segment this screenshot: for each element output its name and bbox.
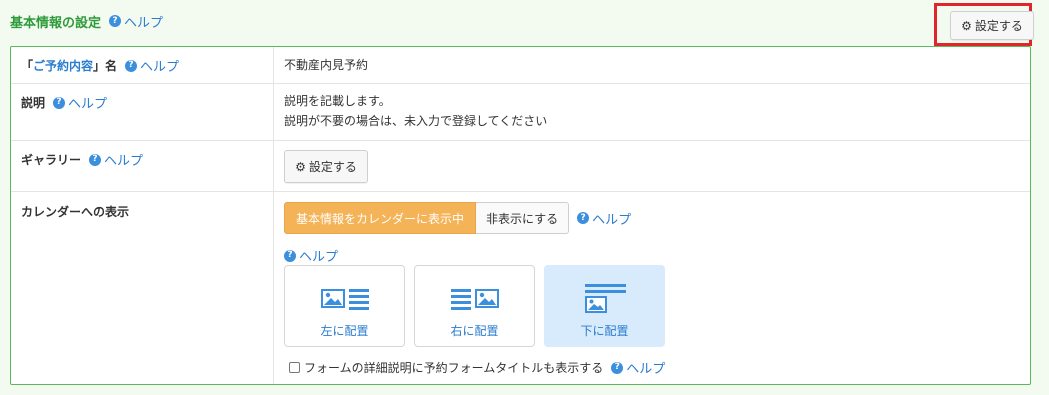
help-icon: ? — [611, 361, 624, 374]
layout-option-right[interactable]: 右に配置 — [414, 265, 535, 347]
help-label: ヘルプ — [124, 15, 164, 31]
toggle-help-link[interactable]: ? ヘルプ — [577, 209, 631, 228]
description-line-1: 説明を記載します。 — [284, 94, 391, 108]
help-label: ヘルプ — [140, 60, 180, 75]
help-label: ヘルプ — [68, 97, 108, 112]
name-label-emph: ご予約内容 — [33, 59, 94, 73]
gear-icon: ⚙ — [961, 18, 972, 33]
help-label: ヘルプ — [592, 212, 632, 228]
settings-panel: 「ご予約内容 」名 ? ヘルプ 不動産内見予約 説明 ? ヘルプ 説明を記載します… — [10, 46, 1031, 385]
show-on-calendar-button[interactable]: 基本情報をカレンダーに表示中 — [284, 202, 477, 234]
name-value-cell: 不動産内見予約 — [275, 47, 1030, 83]
name-row: 「ご予約内容 」名 ? ヘルプ 不動産内見予約 — [11, 47, 1030, 84]
layout-option-left[interactable]: 左に配置 — [284, 265, 405, 347]
calendar-display-row: カレンダーへの表示 基本情報をカレンダーに表示中 非表示にする ? ヘルプ ? … — [11, 192, 1030, 384]
gallery-row: ギャラリー ? ヘルプ ⚙ 設定する — [11, 141, 1030, 192]
name-help-link[interactable]: ? ヘルプ — [125, 56, 179, 75]
help-icon: ? — [125, 59, 138, 72]
calendar-value-cell: 基本情報をカレンダーに表示中 非表示にする ? ヘルプ ? ヘルプ 左に配置 右… — [275, 192, 1030, 384]
help-icon: ? — [284, 249, 296, 262]
show-title-option: フォームの詳細説明に予約フォームタイトルも表示する ? ヘルプ — [289, 358, 665, 377]
name-label: 「ご予約内容 」名 ? ヘルプ — [21, 56, 179, 75]
help-icon: ? — [53, 96, 66, 109]
name-value: 不動産内見予約 — [284, 58, 369, 72]
header-help-link[interactable]: ? ヘルプ — [109, 12, 163, 31]
show-title-label: フォームの詳細説明に予約フォームタイトルも表示する — [304, 361, 604, 375]
help-icon: ? — [89, 153, 102, 166]
settings-button-label: 設定する — [974, 19, 1023, 33]
show-title-checkbox[interactable] — [289, 362, 300, 373]
settings-button[interactable]: ⚙ 設定する — [950, 11, 1034, 40]
help-icon: ? — [109, 15, 122, 27]
gallery-value-cell: ⚙ 設定する — [275, 141, 1030, 191]
description-row: 説明 ? ヘルプ 説明を記載します。 説明が不要の場合は、未入力で登録してくださ… — [11, 84, 1030, 141]
layout-option-bottom-label: 下に配置 — [580, 324, 629, 338]
calendar-visibility-toggle: 基本情報をカレンダーに表示中 非表示にする ? ヘルプ — [284, 202, 631, 234]
layout-option-bottom[interactable]: 下に配置 — [544, 265, 665, 347]
image-left-icon — [321, 289, 369, 310]
description-label: 説明 ? ヘルプ — [21, 93, 107, 112]
gallery-help-link[interactable]: ? ヘルプ — [89, 150, 143, 169]
description-label-text: 説明 — [21, 96, 46, 110]
name-label-cell: 「ご予約内容 」名 ? ヘルプ — [11, 47, 274, 83]
settings-button-highlight: ⚙ 設定する — [934, 3, 1034, 46]
calendar-label: カレンダーへの表示 — [21, 205, 130, 219]
layout-option-right-label: 右に配置 — [450, 324, 499, 338]
description-label-cell: 説明 ? ヘルプ — [11, 84, 274, 140]
name-label-quote-close: 」名 — [93, 59, 118, 73]
name-label-quote-open: 「 — [21, 59, 34, 73]
gallery-settings-button[interactable]: ⚙ 設定する — [284, 150, 368, 183]
help-icon: ? — [577, 212, 590, 224]
description-line-2: 説明が不要の場合は、未入力で登録してください — [284, 114, 548, 128]
section-title: 基本情報の設定 — [10, 15, 102, 31]
help-label: ヘルプ — [626, 362, 666, 377]
hide-button[interactable]: 非表示にする — [476, 202, 570, 234]
help-label: ヘルプ — [299, 250, 339, 265]
layout-option-left-label: 左に配置 — [320, 324, 369, 338]
layout-help-link[interactable]: ? ヘルプ — [284, 246, 338, 265]
gallery-label-cell: ギャラリー ? ヘルプ — [11, 141, 274, 191]
gear-icon: ⚙ — [295, 159, 306, 174]
gallery-label: ギャラリー ? ヘルプ — [21, 150, 143, 169]
section-header: 基本情報の設定 ? ヘルプ — [10, 10, 163, 32]
gallery-settings-button-label: 設定する — [308, 160, 357, 174]
gallery-label-text: ギャラリー — [21, 153, 82, 167]
calendar-label-cell: カレンダーへの表示 — [11, 192, 274, 384]
image-right-icon — [451, 289, 499, 310]
description-value-cell: 説明を記載します。 説明が不要の場合は、未入力で登録してください — [275, 84, 1030, 140]
description-help-link[interactable]: ? ヘルプ — [53, 93, 107, 112]
image-bottom-icon — [585, 284, 626, 313]
checkbox-help-link[interactable]: ? ヘルプ — [611, 358, 665, 377]
help-label: ヘルプ — [104, 154, 144, 169]
